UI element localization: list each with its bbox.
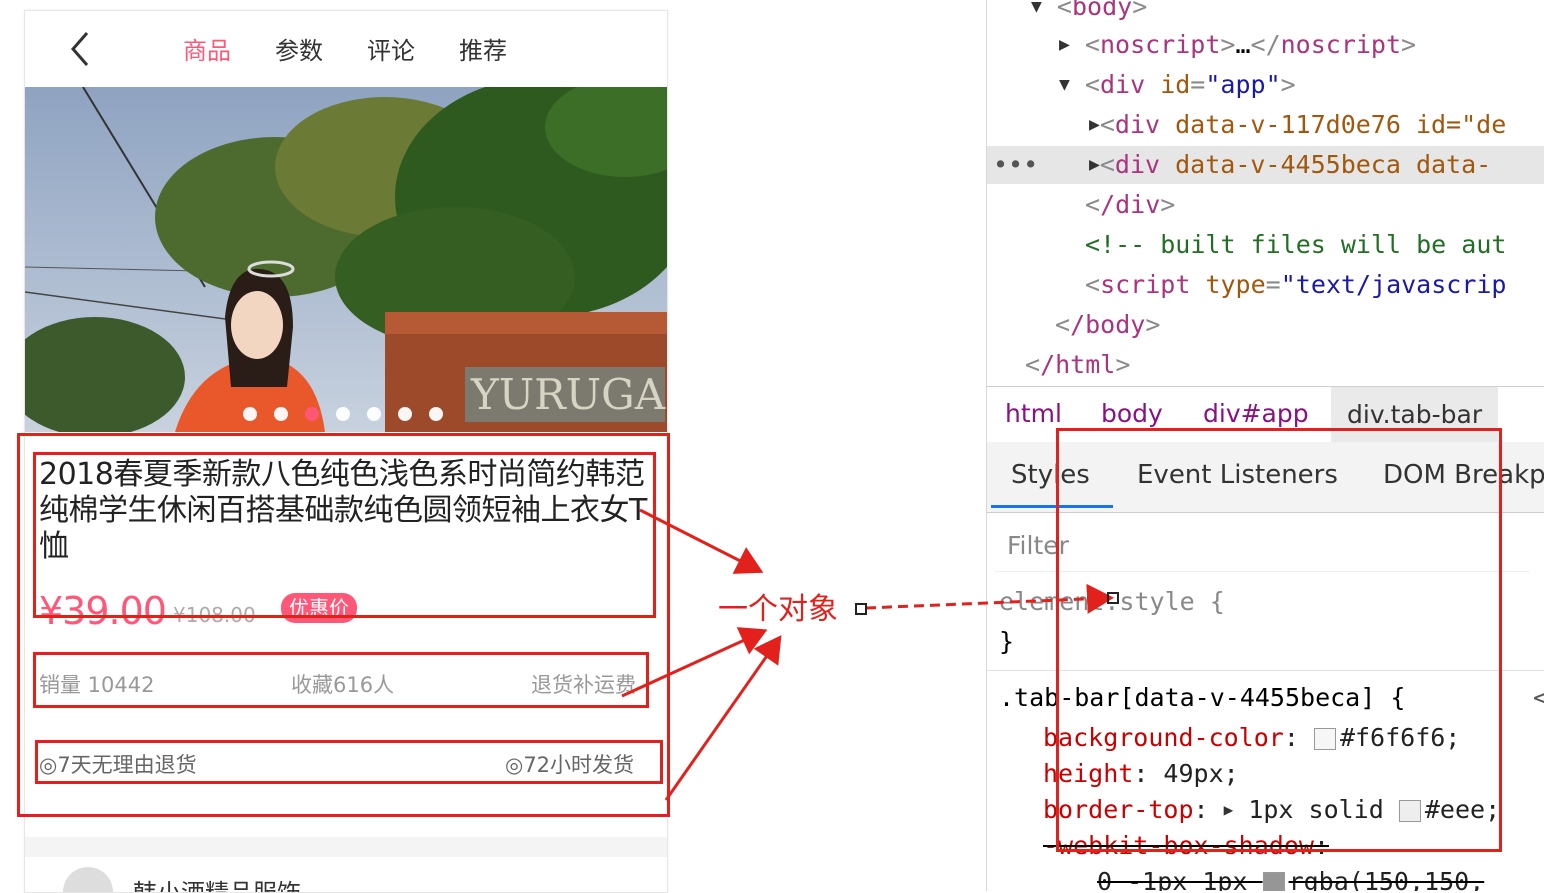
color-swatch[interactable] [1398,800,1421,822]
breadcrumb-html[interactable]: html [1005,399,1062,428]
element-style-close: } [999,627,1015,656]
section-divider [25,837,667,857]
dom-node-div-117d0e76[interactable]: ▶<div data-v-117d0e76 id="de [1089,106,1506,144]
devtools-panel: ▼ <body> ▶ <noscript>…</noscript> ▼ <div… [986,0,1544,891]
breadcrumb: html body div#app div.tab-bar [987,386,1544,444]
banner-dot[interactable] [429,407,443,421]
phone-preview: 商品 参数 评论 推荐 YURUGA 2018春夏季新款八色纯色浅色系时尚简约韩… [24,10,668,893]
tab-goods[interactable]: 商品 [183,31,231,66]
sales-count: 销量 10442 [39,673,155,697]
tab-params[interactable]: 参数 [275,31,323,66]
sales-stats-row: 销量 10442 收藏616人 退货补运费 [39,669,651,699]
back-arrow-icon[interactable] [61,29,101,69]
dom-node-div-close[interactable]: </div> [1085,186,1175,224]
banner-sign-text: YURUGA [470,370,666,419]
service-return: ◎7天无理由退货 [39,753,197,777]
dom-node-noscript[interactable]: ▶ <noscript>…</noscript> [1059,26,1416,64]
rule-height[interactable]: height: 49px; [1043,756,1239,792]
banner-dot[interactable] [305,407,319,421]
dom-node-body-close[interactable]: </body> [1055,306,1160,344]
rule-background-color[interactable]: background-color: #f6f6f6; [1043,720,1460,756]
banner-dot[interactable] [367,407,381,421]
shop-name[interactable]: 韩小酒精品服饰 [133,873,301,892]
tab-event-listeners[interactable]: Event Listeners [1137,460,1338,490]
product-banner-image[interactable]: YURUGA [25,87,667,432]
tab-styles[interactable]: Styles [1011,460,1090,490]
breadcrumb-body[interactable]: body [1101,399,1163,428]
rule-webkit-box-shadow[interactable]: -webkit-box-shadow: [1043,828,1329,864]
dom-node-div-app[interactable]: ▼ <div id="app"> [1059,66,1296,104]
tab-dom-breakpoints[interactable]: DOM Breakp [1383,460,1544,490]
original-price: ¥108.00 [173,603,256,627]
banner-dot[interactable] [274,407,288,421]
banner-pagination [243,407,463,421]
styles-filter-input[interactable]: Filter [995,520,1529,572]
dom-node-html-close[interactable]: </html> [1025,346,1130,384]
tab-comments[interactable]: 评论 [367,31,415,66]
dom-node-body[interactable]: ▼ <body> [1031,0,1147,26]
current-price: ¥39.00 [39,589,167,633]
annotation-label: 一个对象 [718,592,838,627]
banner-dot[interactable] [243,407,257,421]
rule-source-caret[interactable]: < [1533,680,1544,716]
shipping-info: 退货补运费 [531,673,636,697]
product-title: 2018春夏季新款八色纯色浅色系时尚简约韩范纯棉学生休闲百搭基础款纯色圆领短袖上… [39,457,647,564]
styles-pane: element.style { } .tab-bar[data-v-4455be… [987,580,1544,891]
dom-node-comment[interactable]: <!-- built files will be aut [1085,226,1506,264]
elements-dom-tree: ▼ <body> ▶ <noscript>…</noscript> ▼ <div… [987,0,1544,386]
devtools-subtabs: Styles Event Listeners DOM Breakp [987,442,1544,513]
shop-avatar[interactable] [63,867,113,892]
breadcrumb-div-tab-bar[interactable]: div.tab-bar [1331,387,1499,443]
element-style-rule[interactable]: element.style { [999,584,1225,620]
product-nav-bar: 商品 参数 评论 推荐 [25,11,667,87]
service-ship-time: ◎72小时发货 [505,753,635,777]
tab-recommend[interactable]: 推荐 [459,31,507,66]
banner-dot[interactable] [398,407,412,421]
rule-border-top[interactable]: border-top: ▶ 1px solid #eee; [1043,792,1500,828]
tab-bar-selector[interactable]: .tab-bar[data-v-4455beca] { [999,680,1405,716]
breadcrumb-div-app[interactable]: div#app [1203,399,1309,428]
color-swatch[interactable] [1313,728,1336,750]
style-rule-separator [987,670,1544,671]
collect-count: 收藏616人 [291,673,395,697]
dom-node-div-4455beca-selected[interactable]: ••• ▶<div data-v-4455beca data- [987,146,1544,184]
services-row: ◎7天无理由退货 ◎72小时发货 [39,749,655,781]
banner-dot[interactable] [336,407,350,421]
rule-box-shadow-value[interactable]: 0 -1px 1px rgba(150,150, [1097,864,1484,891]
active-tab-indicator [991,505,1113,508]
dom-node-script[interactable]: <script type="text/javascrip [1085,266,1507,304]
promo-badge: 优惠价 [281,593,357,623]
price-row: ¥39.00 ¥108.00 优惠价 [39,589,659,633]
